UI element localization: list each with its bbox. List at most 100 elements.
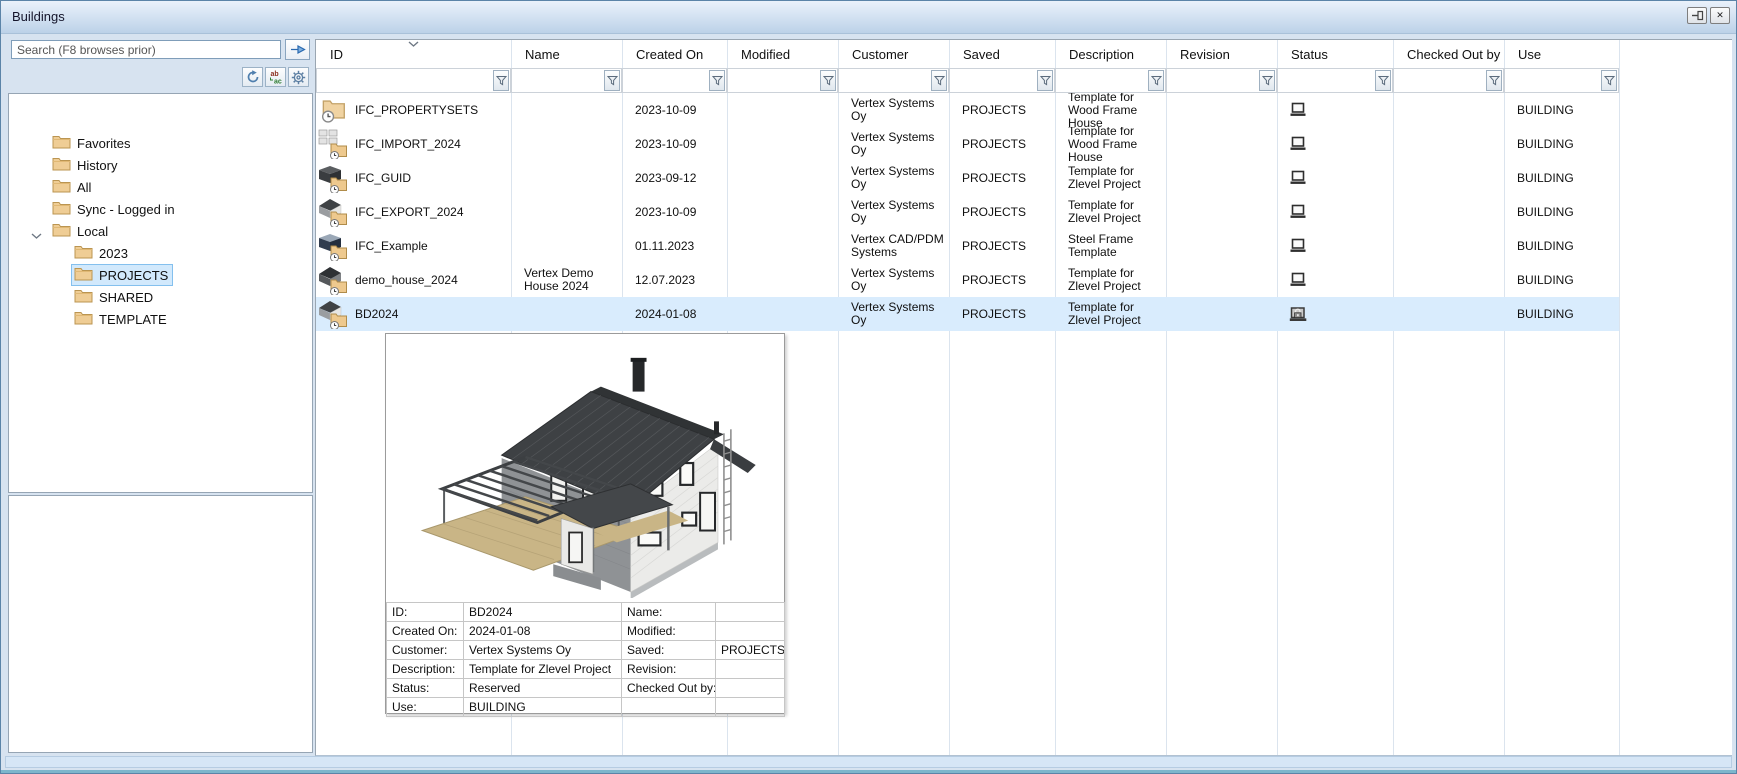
filter-button-saved[interactable] <box>1037 70 1053 91</box>
filter-cell-checked_out_by[interactable] <box>1393 68 1504 93</box>
cell-use: BUILDING <box>1517 204 1574 219</box>
tree-item-shared[interactable]: SHARED <box>9 286 312 308</box>
folder-icon <box>74 310 93 328</box>
table-row-bd2024[interactable]: BD2024 2024-01-08 Vertex Systems Oy PROJECT… <box>316 297 1619 331</box>
tree-item-favorites[interactable]: Favorites <box>9 132 312 154</box>
column-header-label: Status <box>1291 46 1328 62</box>
cell-id: IFC_IMPORT_2024 <box>316 127 511 161</box>
filter-cell-created_on[interactable] <box>622 68 727 93</box>
filter-button-id[interactable] <box>493 70 509 91</box>
column-header-id[interactable]: ID <box>316 40 511 68</box>
sort-indicator-icon <box>316 41 511 47</box>
filter-button-description[interactable] <box>1148 70 1164 91</box>
column-header-revision[interactable]: Revision <box>1166 40 1277 68</box>
window-buttons: ✕ <box>1687 7 1730 24</box>
tree-item-sync-logged-in[interactable]: Sync - Logged in <box>9 198 312 220</box>
filter-cell-id[interactable] <box>316 68 511 93</box>
column-header-name[interactable]: Name <box>511 40 622 68</box>
filter-cell-use[interactable] <box>1504 68 1619 93</box>
cell-revision <box>1166 297 1277 331</box>
table-row-ifc_import_2024[interactable]: IFC_IMPORT_2024 2023-10-09 Vertex Systems … <box>316 127 1619 161</box>
column-header-label: Checked Out by <box>1407 46 1501 62</box>
column-header-created_on[interactable]: Created On <box>622 40 727 68</box>
tree-item-template[interactable]: TEMPLATE <box>9 308 312 330</box>
filter-cell-customer[interactable] <box>838 68 949 93</box>
filter-button-status[interactable] <box>1375 70 1391 91</box>
cell-customer: Vertex Systems Oy <box>851 164 935 191</box>
preview-detail-value: Template for Zlevel Project <box>463 659 622 679</box>
tree-item-history[interactable]: History <box>9 154 312 176</box>
table-row-ifc_propertysets[interactable]: IFC_PROPERTYSETS 2023-10-09 Vertex Systems… <box>316 93 1619 127</box>
dark-box-thumbnail <box>319 166 347 193</box>
cell-modified <box>727 93 838 127</box>
cell-use: BUILDING <box>1517 272 1574 287</box>
horizontal-scrollbar[interactable] <box>5 756 1732 768</box>
preview-detail-label: Use: <box>386 697 464 717</box>
table-row-ifc_export_2024[interactable]: IFC_EXPORT_2024 2023-10-09 Vertex Systems … <box>316 195 1619 229</box>
tree-item-2023[interactable]: 2023 <box>9 242 312 264</box>
tree-item-label: 2023 <box>99 245 128 261</box>
tree-item-local[interactable]: Local <box>9 220 312 242</box>
refresh-icon[interactable] <box>242 67 263 87</box>
tree-item-all[interactable]: All <box>9 176 312 198</box>
search-input[interactable] <box>11 40 281 59</box>
preview-detail-row: Status: Reserved Checked Out by: <box>386 678 785 698</box>
cell-status <box>1277 195 1393 229</box>
folder-icon <box>74 268 93 281</box>
column-header-customer[interactable]: Customer <box>838 40 949 68</box>
filter-cell-status[interactable] <box>1277 68 1393 93</box>
column-header-label: Saved <box>963 46 1000 62</box>
filter-cell-modified[interactable] <box>727 68 838 93</box>
filter-cell-name[interactable] <box>511 68 622 93</box>
filter-cell-description[interactable] <box>1055 68 1166 93</box>
column-header-checked_out_by[interactable]: Checked Out by <box>1393 40 1504 68</box>
cell-description: Template for Zlevel Project <box>1068 266 1141 293</box>
table-row-ifc_guid[interactable]: IFC_GUID 2023-09-12 Vertex Systems Oy PROJE… <box>316 161 1619 195</box>
tree-item-projects[interactable]: PROJECTS <box>9 264 312 286</box>
search-go-button[interactable] <box>285 39 310 60</box>
folder-clock-thumbnail <box>322 100 345 123</box>
pin-icon[interactable] <box>1687 7 1707 24</box>
cell-status <box>1277 161 1393 195</box>
filter-button-customer[interactable] <box>931 70 947 91</box>
filter-cell-revision[interactable] <box>1166 68 1277 93</box>
preview-detail-row: Use: BUILDING <box>386 697 785 717</box>
preview-detail-label: ID: <box>386 602 464 622</box>
cell-modified <box>727 297 838 331</box>
filter-button-checked_out_by[interactable] <box>1486 70 1502 91</box>
expand-chevron-icon[interactable] <box>31 227 42 242</box>
cell-saved: PROJECTS <box>962 102 1027 117</box>
filter-button-created_on[interactable] <box>709 70 725 91</box>
cell-modified <box>727 161 838 195</box>
cell-name <box>511 161 622 195</box>
settings-gear-icon[interactable] <box>288 67 309 87</box>
preview-detail-label: Checked Out by: <box>621 678 716 698</box>
table-row-ifc_example[interactable]: IFC_Example 01.11.2023 Vertex CAD/PDM Syst… <box>316 229 1619 263</box>
filter-funnel-icon <box>933 76 945 86</box>
grid-line <box>1619 40 1620 755</box>
filter-button-name[interactable] <box>604 70 620 91</box>
column-header-label: Created On <box>636 46 704 62</box>
tree-item-label: SHARED <box>99 289 154 305</box>
cell-checked_out_by <box>1393 297 1504 331</box>
column-header-saved[interactable]: Saved <box>949 40 1055 68</box>
row-id-label: BD2024 <box>355 306 399 321</box>
column-header-use[interactable]: Use <box>1504 40 1619 68</box>
cell-description: Steel Frame Template <box>1068 232 1134 259</box>
column-header-description[interactable]: Description <box>1055 40 1166 68</box>
filter-cell-saved[interactable] <box>949 68 1055 93</box>
filter-button-revision[interactable] <box>1259 70 1275 91</box>
dark-house-thumbnail <box>319 267 347 295</box>
close-icon[interactable]: ✕ <box>1710 7 1730 24</box>
table-row-demo_house_2024[interactable]: demo_house_2024 Vertex Demo House 2024 12.… <box>316 263 1619 297</box>
preview-detail-label: Status: <box>386 678 464 698</box>
column-header-status[interactable]: Status <box>1277 40 1393 68</box>
column-header-modified[interactable]: Modified <box>727 40 838 68</box>
title-bar[interactable]: Buildings ✕ <box>1 1 1736 34</box>
cell-description: Template for Zlevel Project <box>1068 300 1141 327</box>
replace-ab-ac-icon[interactable]: ab ac <box>265 67 286 87</box>
filter-button-use[interactable] <box>1601 70 1617 91</box>
filter-button-modified[interactable] <box>820 70 836 91</box>
tree-item-label: History <box>77 157 118 173</box>
filter-funnel-icon <box>1150 76 1162 86</box>
